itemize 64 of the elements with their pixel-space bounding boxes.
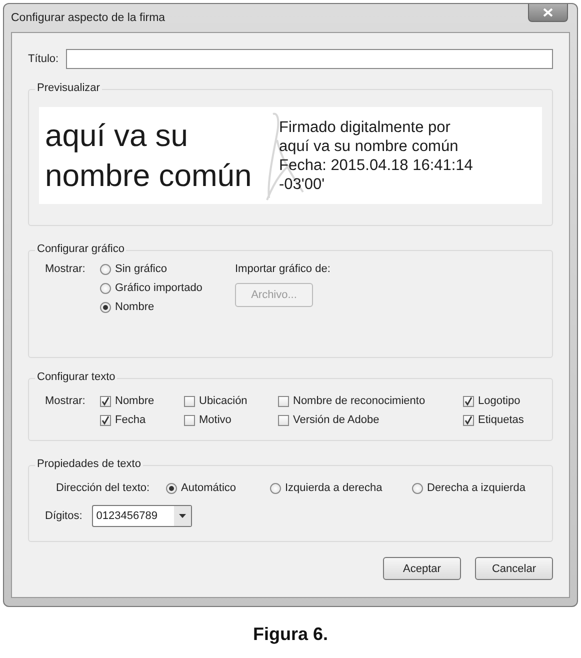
option-label: Sin gráfico bbox=[115, 263, 167, 275]
checkbox[interactable] bbox=[463, 414, 474, 426]
title-field[interactable] bbox=[66, 49, 553, 69]
import-label: Importar gráfico de: bbox=[235, 263, 330, 275]
option-label: Versión de Adobe bbox=[293, 414, 380, 426]
checkbox-option[interactable]: Etiquetas bbox=[463, 414, 542, 426]
option-label: Fecha bbox=[115, 414, 146, 426]
digits-dropdown[interactable]: 0123456789 bbox=[92, 505, 192, 527]
figure-caption: Figura 6. bbox=[252, 624, 329, 645]
option-label: Ubicación bbox=[199, 395, 248, 407]
group-legend: Previsualizar bbox=[35, 82, 102, 94]
option-label: Nombre bbox=[115, 395, 154, 407]
option-label: Etiquetas bbox=[478, 414, 524, 426]
radio-button[interactable] bbox=[100, 264, 111, 274]
option-label: Nombre bbox=[115, 301, 154, 313]
graphic-option[interactable]: Sin gráfico bbox=[100, 263, 235, 275]
checkbox[interactable] bbox=[463, 396, 474, 406]
signature-detail-line: -03'00' bbox=[279, 174, 326, 194]
checkbox[interactable] bbox=[278, 414, 289, 426]
signer-name-text: aquí va su nombre común bbox=[45, 116, 253, 194]
signature-detail-line: Fecha: 2015.04.18 16:41:14 bbox=[279, 156, 473, 174]
group-legend: Configurar gráfico bbox=[35, 243, 126, 255]
signature-detail-line: Firmado digitalmente por bbox=[279, 118, 452, 136]
direction-option[interactable]: Izquierda a derecha bbox=[270, 482, 412, 494]
caret-icon bbox=[179, 514, 186, 518]
radio-button[interactable] bbox=[100, 282, 111, 294]
option-label: Gráfico importado bbox=[115, 282, 202, 294]
radio-button[interactable] bbox=[270, 482, 281, 494]
checkbox-option[interactable]: Nombre de reconocimiento bbox=[278, 395, 463, 407]
title-label: Título: bbox=[28, 53, 59, 65]
checkbox-option[interactable]: Motivo bbox=[184, 414, 278, 426]
dialog-button[interactable]: Cancelar bbox=[475, 557, 553, 580]
option-label: Nombre de reconocimiento bbox=[293, 395, 426, 407]
window-title: Configurar aspecto de la firma bbox=[11, 12, 166, 24]
checkbox-option[interactable]: Nombre bbox=[100, 395, 184, 407]
option-label: Automático bbox=[181, 482, 236, 494]
graphic-option[interactable]: Gráfico importado bbox=[100, 282, 235, 294]
radio-button[interactable] bbox=[100, 302, 111, 312]
checkbox[interactable] bbox=[184, 396, 195, 406]
direction-label: Dirección del texto: bbox=[56, 482, 151, 494]
checkbox[interactable] bbox=[184, 414, 195, 426]
group-legend: Configurar texto bbox=[35, 371, 118, 383]
checkbox-option[interactable]: Versión de Adobe bbox=[278, 414, 463, 426]
checkbox-option[interactable]: Fecha bbox=[100, 414, 184, 426]
checkbox-option[interactable]: Logotipo bbox=[463, 395, 542, 407]
checkbox-option[interactable]: Ubicación bbox=[184, 395, 278, 407]
show-label: Mostrar: bbox=[45, 395, 86, 407]
option-label: Logotipo bbox=[478, 395, 520, 407]
show-label: Mostrar: bbox=[45, 263, 86, 277]
option-label: Izquierda a derecha bbox=[285, 482, 382, 494]
checkbox[interactable] bbox=[100, 414, 111, 426]
signature-detail-line: aquí va su nombre común bbox=[279, 136, 460, 156]
close-icon bbox=[543, 8, 553, 17]
graphic-option[interactable]: Nombre bbox=[100, 301, 235, 313]
option-label: Motivo bbox=[199, 414, 232, 426]
group-legend: Propiedades de texto bbox=[35, 458, 143, 470]
direction-option[interactable]: Automático bbox=[166, 482, 270, 494]
dialog-button[interactable]: Aceptar bbox=[383, 557, 461, 580]
checkbox[interactable] bbox=[278, 396, 289, 406]
checkbox[interactable] bbox=[100, 396, 111, 406]
radio-button[interactable] bbox=[412, 482, 423, 494]
radio-button[interactable] bbox=[166, 482, 177, 494]
close-button[interactable] bbox=[528, 4, 568, 22]
digits-label: Dígitos: bbox=[45, 510, 82, 522]
